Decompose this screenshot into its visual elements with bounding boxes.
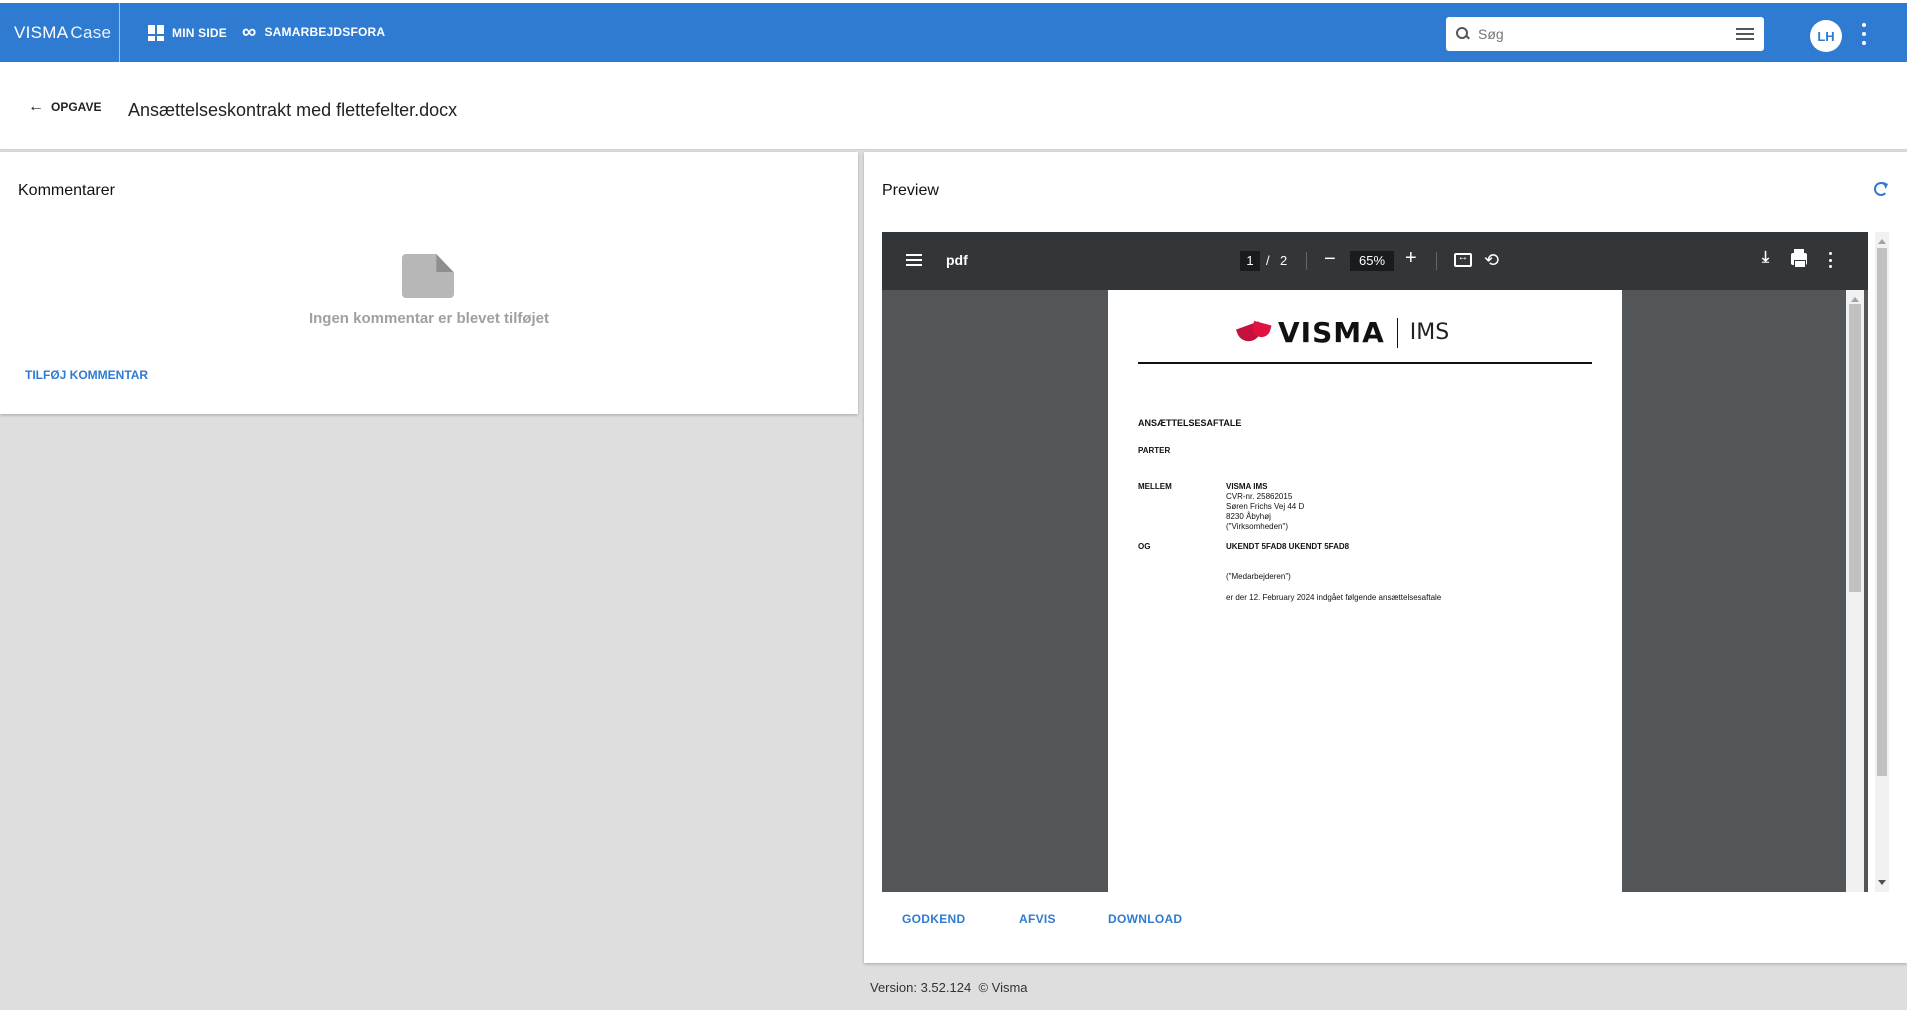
toolbar-divider <box>1436 252 1437 270</box>
doc-og: OG <box>1138 542 1151 551</box>
page-header: ← OPGAVE Ansættelseskontrakt med flettef… <box>0 62 1907 150</box>
doc-parter: PARTER <box>1138 446 1171 455</box>
doc-employee-alias: ("Medarbejderen") <box>1226 572 1291 581</box>
copyright-text: © Visma <box>978 980 1028 995</box>
doc-cvr: CVR-nr. 25862015 <box>1226 492 1293 501</box>
pdf-viewer: pdf 1 / 2 − 65% + ⟲ ⤓ VISMA IMS ANSÆTTEL… <box>882 232 1868 892</box>
pdf-toolbar: pdf 1 / 2 − 65% + ⟲ ⤓ <box>882 232 1868 290</box>
add-comment-button[interactable]: TILFØJ KOMMENTAR <box>25 368 148 382</box>
back-button[interactable]: ← OPGAVE <box>28 98 102 115</box>
fit-page-icon[interactable] <box>1454 251 1472 267</box>
logo-divider <box>1396 317 1398 348</box>
search-icon <box>1456 27 1470 41</box>
more-menu-icon[interactable] <box>1861 23 1867 45</box>
print-icon[interactable] <box>1791 249 1807 268</box>
empty-note-icon <box>402 254 454 298</box>
approve-button[interactable]: GODKEND <box>902 912 965 926</box>
dashboard-icon <box>148 25 164 41</box>
zoom-in-icon[interactable]: + <box>1405 247 1417 270</box>
brand-divider <box>119 3 120 65</box>
empty-comments-text: Ingen kommentar er blevet tilføjet <box>308 310 550 327</box>
download-button[interactable]: DOWNLOAD <box>1108 912 1182 926</box>
nav-samarbejdsfora[interactable]: ∞ SAMARBEJDSFORA <box>242 21 386 43</box>
app-logo[interactable]: VISMA Case <box>14 23 111 43</box>
pdf-file-name: pdf <box>946 252 968 268</box>
top-app-bar: VISMACase MIN SIDE ∞ SAMARBEJDSFORA LH <box>0 0 1907 65</box>
zoom-input[interactable]: 65% <box>1350 251 1394 271</box>
viewer-scrollbar[interactable] <box>1846 290 1864 892</box>
page-separator: / <box>1266 253 1270 268</box>
viewer-scroll-thumb[interactable] <box>1849 304 1861 592</box>
preview-scrollbar[interactable] <box>1875 232 1889 892</box>
filter-settings-icon[interactable] <box>1736 27 1754 41</box>
doc-address: Søren Frichs Vej 44 D <box>1226 502 1305 511</box>
infinity-icon: ∞ <box>242 21 257 43</box>
search-bar <box>1446 17 1764 51</box>
version-text: Version: 3.52.124 <box>870 980 972 995</box>
rotate-icon[interactable]: ⟲ <box>1484 250 1499 271</box>
preview-title: Preview <box>882 182 939 199</box>
doc-employee-name: UKENDT 5FAD8 UKENDT 5FAD8 <box>1226 542 1350 551</box>
menu-icon[interactable] <box>906 254 922 266</box>
toolbar-divider <box>1306 252 1307 270</box>
preview-panel: Preview pdf 1 / 2 − 65% + ⟲ ⤓ VISMA IMS <box>864 152 1907 963</box>
search-input[interactable] <box>1478 26 1736 42</box>
preview-scroll-thumb[interactable] <box>1877 248 1887 776</box>
doc-mellem: MELLEM <box>1138 482 1172 491</box>
logo-visma-text: VISMA <box>1278 316 1385 349</box>
page-number-input[interactable]: 1 <box>1240 251 1260 271</box>
scroll-down-arrow[interactable] <box>1878 880 1886 889</box>
doc-company-name: VISMA IMS <box>1226 482 1268 491</box>
brand-main: VISMA <box>14 23 69 42</box>
doc-company-alias: ("Virksomheden") <box>1226 522 1288 531</box>
user-avatar[interactable]: LH <box>1810 20 1842 52</box>
logo-ims-text: IMS <box>1409 320 1450 345</box>
doc-city: 8230 Åbyhøj <box>1226 512 1271 521</box>
visma-ims-logo: VISMA IMS <box>1238 316 1449 349</box>
version-footer: Version: 3.52.124 © Visma <box>870 980 1028 995</box>
doc-agreement-line: er der 12. February 2024 indgået følgend… <box>1226 593 1442 602</box>
visma-swoosh-icon <box>1238 323 1274 343</box>
reject-button[interactable]: AFVIS <box>1019 912 1056 926</box>
page-total: 2 <box>1280 253 1288 268</box>
comments-panel: Kommentarer Ingen kommentar er blevet ti… <box>0 152 858 414</box>
nav-samarbejdsfora-label: SAMARBEJDSFORA <box>264 25 386 39</box>
arrow-left-icon: ← <box>28 98 44 115</box>
scroll-up-arrow[interactable] <box>1851 293 1859 302</box>
brand-sub: Case <box>70 23 112 42</box>
doc-heading: ANSÆTTELSESAFTALE <box>1138 418 1242 428</box>
page-rule <box>1138 362 1592 364</box>
pdf-page: VISMA IMS ANSÆTTELSESAFTALE PARTER MELLE… <box>1108 290 1622 892</box>
page-title: Ansættelseskontrakt med flettefelter.doc… <box>128 100 458 120</box>
viewer-more-icon[interactable] <box>1829 252 1833 268</box>
back-label: OPGAVE <box>51 100 102 114</box>
nav-min-side[interactable]: MIN SIDE <box>148 25 227 41</box>
download-icon[interactable]: ⤓ <box>1762 249 1769 267</box>
refresh-icon[interactable] <box>1874 182 1888 196</box>
nav-min-side-label: MIN SIDE <box>172 26 227 40</box>
scroll-up-arrow[interactable] <box>1878 235 1886 244</box>
zoom-out-icon[interactable]: − <box>1324 248 1336 271</box>
comments-title: Kommentarer <box>18 182 115 199</box>
